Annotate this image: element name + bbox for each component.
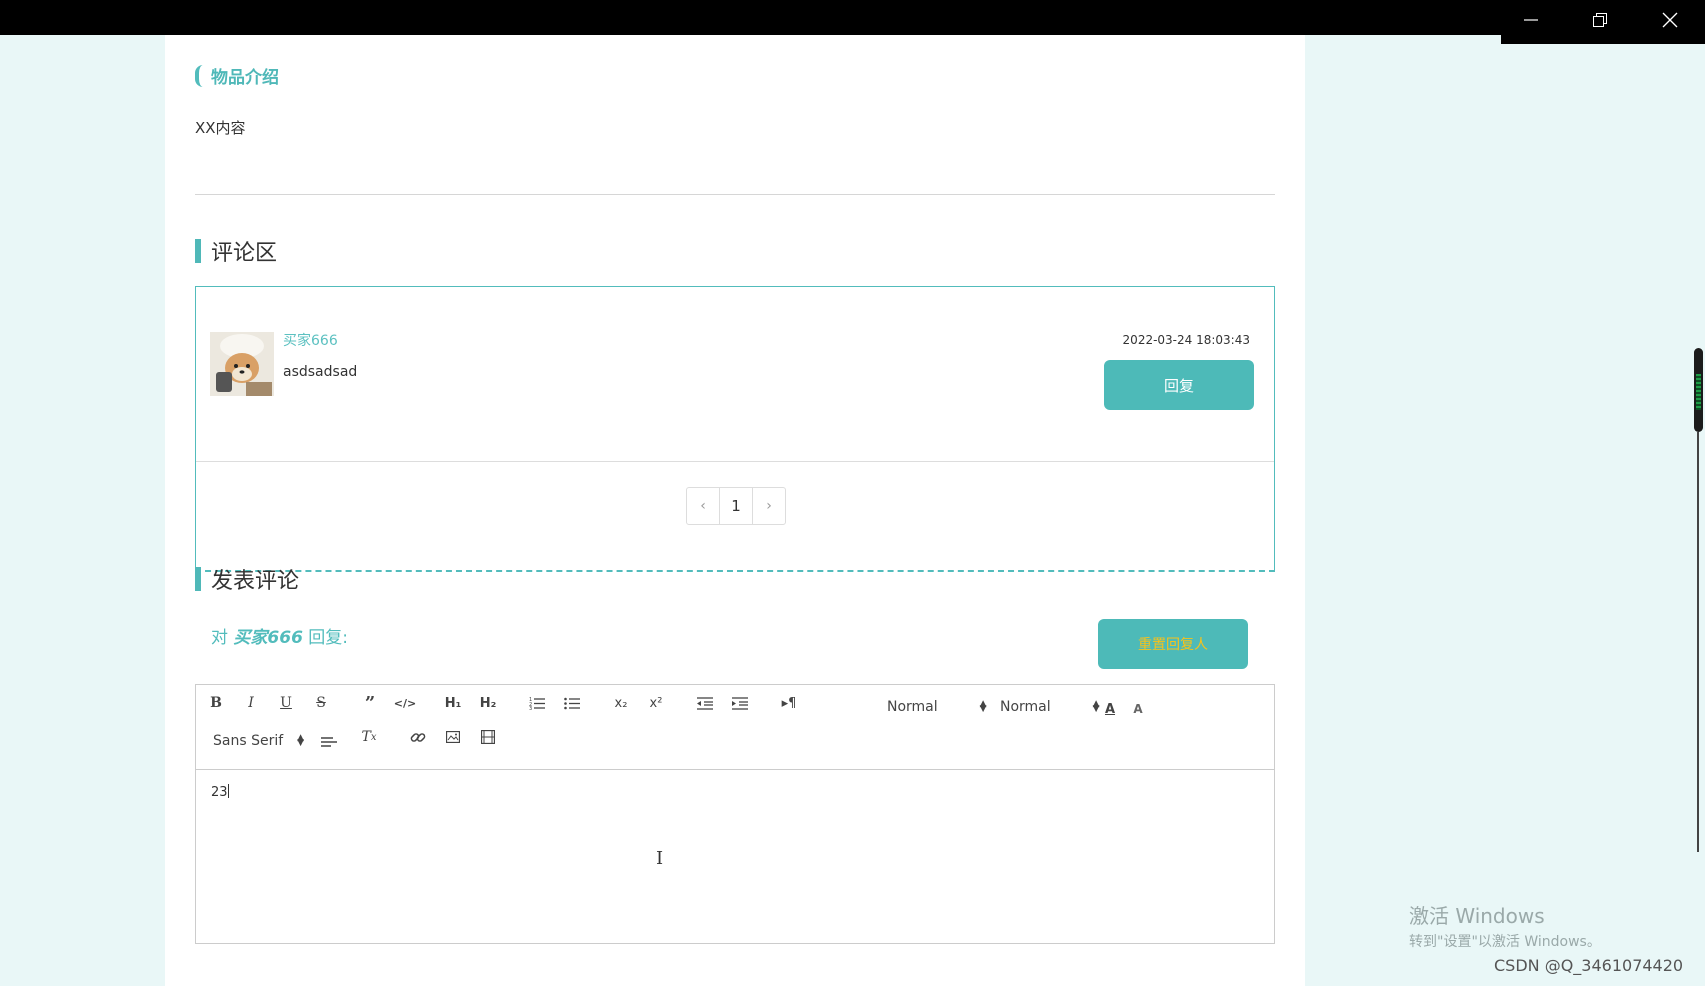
heading-bar [195, 239, 201, 263]
header-select-value: Normal [887, 699, 938, 715]
subscript-icon[interactable]: x₂ [607, 691, 635, 715]
avatar [210, 332, 274, 396]
page-number-1[interactable]: 1 [720, 488, 753, 524]
windows-activation-watermark: 激活 Windows 转到"设置"以激活 Windows。 [1409, 900, 1601, 951]
italic-icon[interactable]: I [237, 691, 265, 715]
strikethrough-icon[interactable]: S [307, 691, 335, 715]
comments-heading: 评论区 [195, 235, 277, 267]
csdn-watermark: CSDN @Q_3461074420 [1494, 956, 1684, 975]
post-comment-heading: 发表评论 [195, 563, 299, 595]
comment-username[interactable]: 买家666 [283, 330, 338, 350]
prev-page-button[interactable]: ‹ [687, 488, 720, 524]
bold-icon[interactable]: B [202, 691, 230, 715]
pagination: ‹ 1 › [686, 487, 786, 525]
size-select-value: Normal [1000, 699, 1051, 715]
font-select-value: Sans Serif [213, 733, 284, 749]
mouse-ibeam-cursor: I [656, 848, 664, 869]
dog-avatar-image [210, 332, 274, 396]
restore-button[interactable] [1566, 0, 1634, 40]
comment-list: 买家666 asdsadsad 2022-03-24 18:03:43 回复 ‹… [195, 286, 1275, 572]
video-icon[interactable] [474, 725, 502, 749]
select-arrows-icon: ▲ ▼ [979, 698, 987, 714]
svg-text:3: 3 [529, 706, 532, 710]
section-divider [195, 194, 1275, 195]
reply-target: 对 买家666 回复: [211, 623, 348, 648]
editor-text: 23 [211, 785, 228, 800]
heading-bar [195, 567, 201, 591]
next-page-button[interactable]: › [753, 488, 785, 524]
scrollbar-thumb[interactable] [1694, 348, 1703, 432]
scrollbar-track [1697, 432, 1699, 852]
heading1-icon[interactable]: H₁ [439, 691, 467, 715]
restore-icon [1593, 13, 1607, 27]
align-icon[interactable] [315, 729, 343, 753]
bullet-list-icon[interactable] [558, 691, 586, 715]
reply-button[interactable]: 回复 [1104, 360, 1254, 410]
font-select[interactable]: Sans Serif ▲ ▼ [213, 733, 304, 749]
title-decoration [195, 64, 203, 87]
code-block-icon[interactable]: </> [391, 691, 419, 715]
activation-subtitle: 转到"设置"以激活 Windows。 [1409, 934, 1601, 950]
minimize-icon [1524, 19, 1538, 21]
text-direction-icon[interactable]: ▸¶ [775, 691, 803, 715]
activation-title: 激活 Windows [1409, 904, 1545, 928]
clear-format-icon[interactable]: Tx [355, 725, 383, 749]
editor-toolbar: B I U S ” </> H₁ H₂ 123 x₂ x² ▸¶ Normal … [196, 685, 1274, 770]
reply-prefix: 对 [211, 628, 234, 648]
page-scrollbar[interactable] [1691, 44, 1705, 986]
window-titlebar [0, 0, 1705, 44]
indent-icon[interactable] [726, 691, 754, 715]
editor-content-area[interactable]: 23 I [196, 770, 1274, 943]
minimize-button[interactable] [1497, 0, 1565, 40]
size-select[interactable]: Normal ▲ ▼ [1000, 699, 1100, 715]
comment-divider [196, 461, 1274, 462]
link-icon[interactable] [404, 725, 432, 749]
reply-target-name: 买家666 [233, 628, 303, 648]
post-comment-heading-text: 发表评论 [211, 569, 300, 594]
intro-title-text: 物品介绍 [211, 68, 279, 88]
intro-title: 物品介绍 [195, 63, 279, 88]
reply-suffix: 回复: [302, 628, 349, 648]
detail-page: 物品介绍 XX内容 评论区 买家666 asdsadsad 2022-03-24… [165, 35, 1305, 986]
comments-heading-text: 评论区 [211, 241, 278, 266]
heading2-icon[interactable]: H₂ [474, 691, 502, 715]
close-icon [1662, 12, 1678, 28]
text-color-icon[interactable]: A [1096, 697, 1124, 721]
blockquote-icon[interactable]: ” [356, 691, 384, 715]
close-button[interactable] [1636, 0, 1704, 40]
background-color-icon[interactable]: A [1124, 697, 1152, 721]
select-arrows-icon: ▲ ▼ [297, 732, 305, 748]
header-select[interactable]: Normal ▲ ▼ [887, 699, 987, 715]
reset-reply-target-button[interactable]: 重置回复人 [1098, 619, 1248, 669]
ordered-list-icon[interactable]: 123 [523, 691, 551, 715]
comment-text: asdsadsad [283, 364, 358, 380]
scrollbar-grip [1696, 374, 1701, 410]
underline-icon[interactable]: U [272, 691, 300, 715]
comment-editor: B I U S ” </> H₁ H₂ 123 x₂ x² ▸¶ Normal … [195, 684, 1275, 944]
comment-time: 2022-03-24 18:03:43 [1122, 333, 1250, 347]
superscript-icon[interactable]: x² [642, 691, 670, 715]
outdent-icon[interactable] [691, 691, 719, 715]
intro-content: XX内容 [195, 119, 246, 137]
image-icon[interactable] [439, 725, 467, 749]
text-caret [227, 784, 229, 798]
